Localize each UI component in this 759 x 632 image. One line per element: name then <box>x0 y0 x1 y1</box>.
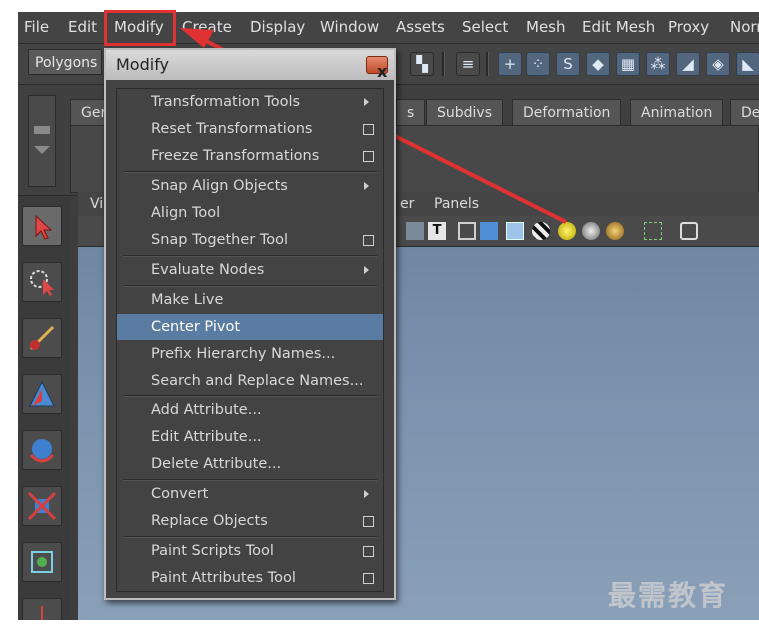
menu-item-paint-attributes-tool[interactable]: Paint Attributes Tool <box>117 565 383 591</box>
menu-item-label: Freeze Transformations <box>151 148 320 164</box>
menu-item-label: Prefix Hierarchy Names... <box>151 346 336 362</box>
option-box-icon[interactable] <box>363 573 374 584</box>
menu-item-label: Snap Align Objects <box>151 178 288 194</box>
menu-item-replace-objects[interactable]: Replace Objects <box>117 508 383 534</box>
modify-menu-window: Modify x Transformation Tools Reset Tran… <box>104 48 396 600</box>
menu-item-reset-transformations[interactable]: Reset Transformations <box>117 116 383 142</box>
menu-item-make-live[interactable]: Make Live <box>117 287 383 313</box>
option-box-icon[interactable] <box>363 235 374 246</box>
close-icon: x <box>377 62 388 81</box>
menu-item-snap-align-objects[interactable]: Snap Align Objects <box>117 173 383 199</box>
menu-item-prefix-hierarchy-names[interactable]: Prefix Hierarchy Names... <box>117 341 383 367</box>
menu-item-label: Transformation Tools <box>151 94 301 110</box>
menu-item-center-pivot[interactable]: Center Pivot <box>117 314 383 340</box>
menu-item-label: Replace Objects <box>151 513 268 529</box>
menu-item-convert[interactable]: Convert <box>117 481 383 507</box>
menu-item-delete-attribute[interactable]: Delete Attribute... <box>117 451 383 477</box>
menu-item-label: Add Attribute... <box>151 402 262 418</box>
close-button[interactable]: x <box>366 56 388 81</box>
menu-item-freeze-transformations[interactable]: Freeze Transformations <box>117 143 383 169</box>
menu-item-label: Center Pivot <box>151 319 241 335</box>
submenu-arrow-icon <box>364 98 369 106</box>
menu-item-edit-attribute[interactable]: Edit Attribute... <box>117 424 383 450</box>
menu-item-label: Snap Together Tool <box>151 232 289 248</box>
submenu-arrow-icon <box>364 266 369 274</box>
menu-item-label: Delete Attribute... <box>151 456 282 472</box>
option-box-icon[interactable] <box>363 546 374 557</box>
menu-item-label: Convert <box>151 486 209 502</box>
submenu-arrow-icon <box>364 490 369 498</box>
menu-item-align-tool[interactable]: Align Tool <box>117 200 383 226</box>
menu-item-label: Search and Replace Names... <box>151 373 364 389</box>
menu-item-evaluate-nodes[interactable]: Evaluate Nodes <box>117 257 383 283</box>
option-box-icon[interactable] <box>363 124 374 135</box>
menu-item-label: Edit Attribute... <box>151 429 262 445</box>
modify-menu-titlebar[interactable]: Modify x <box>106 50 394 81</box>
menu-item-label: Paint Scripts Tool <box>151 543 274 559</box>
modify-menu-list: Transformation Tools Reset Transformatio… <box>116 88 384 592</box>
menu-item-search-and-replace-names[interactable]: Search and Replace Names... <box>117 368 383 394</box>
menu-item-add-attribute[interactable]: Add Attribute... <box>117 397 383 423</box>
menu-item-label: Align Tool <box>151 205 221 221</box>
menu-item-transformation-tools[interactable]: Transformation Tools <box>117 89 383 115</box>
option-box-icon[interactable] <box>363 516 374 527</box>
menu-item-paint-scripts-tool[interactable]: Paint Scripts Tool <box>117 538 383 564</box>
annotation-arrow-head <box>180 28 214 48</box>
menu-item-snap-together-tool[interactable]: Snap Together Tool <box>117 227 383 253</box>
menu-item-label: Evaluate Nodes <box>151 262 265 278</box>
watermark: 最需教育 <box>608 579 729 612</box>
option-box-icon[interactable] <box>363 151 374 162</box>
menu-item-label: Make Live <box>151 292 224 308</box>
menu-item-label: Reset Transformations <box>151 121 313 137</box>
modify-menu-title: Modify <box>116 55 170 74</box>
menu-item-label: Paint Attributes Tool <box>151 570 296 586</box>
submenu-arrow-icon <box>364 182 369 190</box>
